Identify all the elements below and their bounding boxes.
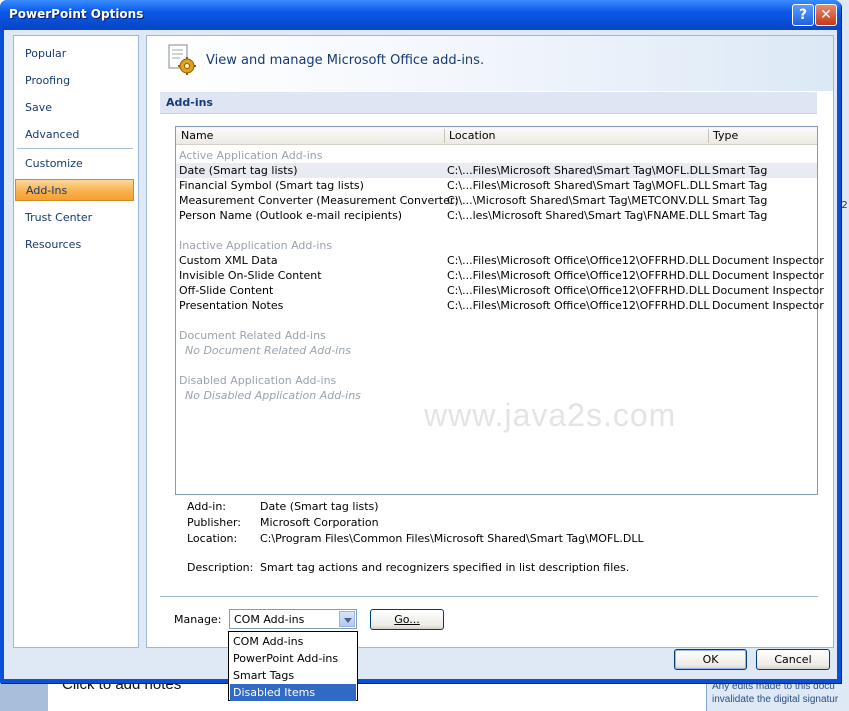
cell-name: Custom XML Data [179, 254, 278, 267]
section-bar: Add-ins [160, 92, 817, 114]
header-text: View and manage Microsoft Office add-ins… [206, 53, 485, 68]
group-label-inactive: Inactive Application Add-ins [179, 239, 333, 252]
dialog-client-area: Popular Proofing Save Advanced Customize… [4, 30, 837, 679]
detail-location-label: Location: [187, 532, 238, 545]
cell-name: Off-Slide Content [179, 284, 274, 297]
table-row[interactable]: Date (Smart tag lists) C:\...Files\Micro… [176, 163, 817, 178]
table-row[interactable]: Off-Slide Content C:\...Files\Microsoft … [176, 283, 824, 298]
powerpoint-options-dialog: PowerPoint Options ? ✕ Popular Proofing … [0, 0, 841, 683]
nav-item-save[interactable]: Save [15, 97, 134, 119]
cell-location: C:\...Files\Microsoft Office\Office12\OF… [447, 269, 710, 282]
empty-disabled: No Disabled Application Add-ins [185, 389, 361, 402]
cell-location: C:\...Files\Microsoft Office\Office12\OF… [447, 299, 710, 312]
manage-select-value: COM Add-ins [234, 613, 305, 626]
divider [160, 596, 818, 597]
dropdown-option-powerpoint-add-ins[interactable]: PowerPoint Add-ins [230, 650, 356, 667]
nav-item-customize[interactable]: Customize [15, 153, 134, 175]
options-nav: Popular Proofing Save Advanced Customize… [13, 35, 139, 648]
add-ins-panel: View and manage Microsoft Office add-ins… [146, 35, 834, 648]
help-button[interactable]: ? [792, 4, 814, 26]
table-row[interactable]: Person Name (Outlook e-mail recipients) … [176, 208, 817, 223]
cell-name: Person Name (Outlook e-mail recipients) [179, 209, 403, 222]
dropdown-option-smart-tags[interactable]: Smart Tags [230, 667, 356, 684]
chevron-down-icon[interactable] [339, 611, 355, 627]
empty-document-related: No Document Related Add-ins [185, 344, 351, 357]
cell-type: Smart Tag [712, 179, 768, 192]
cell-name: Invisible On-Slide Content [179, 269, 322, 282]
table-row[interactable]: Financial Symbol (Smart tag lists) C:\..… [176, 178, 817, 193]
add-ins-gear-icon [168, 44, 196, 75]
group-label-active: Active Application Add-ins [179, 149, 323, 162]
cell-type: Document Inspector [712, 254, 824, 267]
cell-type: Smart Tag [712, 164, 768, 177]
help-icon: ? [798, 7, 808, 23]
column-separator[interactable] [708, 129, 709, 143]
cell-type: Smart Tag [712, 194, 768, 207]
close-icon: ✕ [820, 7, 832, 23]
nav-item-proofing[interactable]: Proofing [15, 70, 134, 92]
watermark: www.java2s.com [424, 397, 677, 433]
cell-location: C:\...les\Microsoft Shared\Smart Tag\FNA… [447, 209, 710, 222]
cell-location: C:\...Files\Microsoft Office\Office12\OF… [447, 284, 710, 297]
detail-description-label: Description: [187, 561, 254, 574]
group-label-disabled: Disabled Application Add-ins [179, 374, 337, 387]
cell-location: C:\...\Microsoft Shared\Smart Tag\METCON… [447, 194, 709, 207]
cell-name: Measurement Converter (Measurement Conve… [179, 194, 459, 207]
detail-addin-label: Add-in: [187, 500, 226, 513]
dialog-title: PowerPoint Options [9, 7, 144, 21]
close-button[interactable]: ✕ [815, 4, 837, 26]
ok-button[interactable]: OK [674, 649, 747, 670]
add-ins-list[interactable]: Name Location Type www.java2s.com Active… [175, 126, 824, 495]
signature-text-line-2: invalidate the digital signatur [712, 694, 839, 705]
header-band: View and manage Microsoft Office add-ins… [147, 36, 833, 91]
cell-type: Smart Tag [712, 209, 768, 222]
table-row[interactable]: Measurement Converter (Measurement Conve… [176, 193, 817, 208]
nav-separator [17, 148, 133, 149]
cell-name: Financial Symbol (Smart tag lists) [179, 179, 364, 192]
detail-publisher-label: Publisher: [187, 516, 242, 529]
cell-location: C:\...Files\Microsoft Office\Office12\OF… [447, 254, 710, 267]
section-title: Add-ins [166, 96, 213, 109]
manage-select[interactable]: COM Add-ins [229, 609, 357, 629]
cell-name: Presentation Notes [179, 299, 284, 312]
dropdown-option-com-add-ins[interactable]: COM Add-ins [230, 633, 356, 650]
title-bar[interactable]: PowerPoint Options ? ✕ [0, 0, 841, 30]
cell-location: C:\...Files\Microsoft Shared\Smart Tag\M… [447, 164, 711, 177]
manage-label: Manage: [174, 613, 222, 626]
nav-item-popular[interactable]: Popular [15, 43, 134, 65]
detail-addin-value: Date (Smart tag lists) [260, 500, 379, 513]
table-row[interactable]: Custom XML Data C:\...Files\Microsoft Of… [176, 253, 824, 268]
cell-type: Document Inspector [712, 299, 824, 312]
column-header-type[interactable]: Type [713, 129, 738, 142]
nav-item-trust-center[interactable]: Trust Center [15, 207, 134, 229]
detail-location-value: C:\Program Files\Common Files\Microsoft … [260, 532, 644, 545]
cell-name: Date (Smart tag lists) [179, 164, 298, 177]
column-header-name[interactable]: Name [181, 129, 213, 142]
table-row[interactable]: Presentation Notes C:\...Files\Microsoft… [176, 298, 824, 313]
cell-type: Document Inspector [712, 269, 824, 282]
detail-description-value: Smart tag actions and recognizers specif… [260, 561, 630, 574]
column-header-location[interactable]: Location [449, 129, 496, 142]
detail-publisher-value: Microsoft Corporation [260, 516, 379, 529]
list-header: Name Location Type [176, 127, 817, 145]
nav-item-add-ins[interactable]: Add-Ins [15, 179, 134, 201]
column-separator[interactable] [444, 129, 445, 143]
nav-item-advanced[interactable]: Advanced [15, 124, 134, 146]
cancel-button[interactable]: Cancel [756, 649, 830, 670]
nav-item-resources[interactable]: Resources [15, 234, 134, 256]
go-button[interactable]: Go... [370, 609, 444, 630]
table-row[interactable]: Invisible On-Slide Content C:\...Files\M… [176, 268, 824, 283]
cell-location: C:\...Files\Microsoft Shared\Smart Tag\M… [447, 179, 711, 192]
dropdown-option-disabled-items[interactable]: Disabled Items [230, 684, 356, 701]
manage-dropdown-list[interactable]: COM Add-ins PowerPoint Add-ins Smart Tag… [228, 631, 358, 701]
cell-type: Document Inspector [712, 284, 824, 297]
group-label-document-related: Document Related Add-ins [179, 329, 326, 342]
go-button-label: Go... [394, 613, 420, 626]
